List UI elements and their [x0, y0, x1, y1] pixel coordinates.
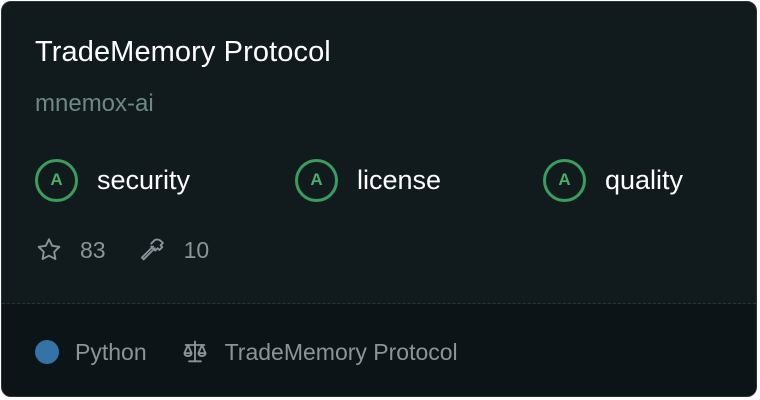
grade-security[interactable]: A security	[35, 156, 190, 204]
star-icon	[37, 238, 61, 260]
grade-label-license: license	[357, 164, 442, 195]
server-card[interactable]: TradeMemory Protocol mnemox-ai A securit…	[1, 1, 757, 397]
hammer-icon	[140, 238, 164, 261]
tools-stat[interactable]: 10	[139, 236, 210, 264]
card-header-section: TradeMemory Protocol mnemox-ai A securit…	[2, 2, 756, 303]
grade-label-quality: quality	[605, 164, 684, 195]
card-footer: Python TradeMemory Protocol	[2, 304, 756, 396]
language-color-dot	[35, 340, 59, 364]
scale-icon	[183, 340, 207, 363]
server-title[interactable]: TradeMemory Protocol	[35, 36, 331, 69]
grade-label-security: security	[97, 164, 191, 195]
language-name: Python	[75, 338, 147, 365]
tools-count: 10	[183, 236, 210, 263]
grade-quality[interactable]: A quality	[543, 156, 683, 204]
license-name: TradeMemory Protocol	[224, 338, 458, 365]
grade-badge-license: A	[295, 158, 338, 202]
server-owner[interactable]: mnemox-ai	[35, 90, 154, 118]
grade-badge-quality: A	[543, 158, 586, 202]
stats-row: 83 10	[35, 233, 209, 267]
footer-meta: Python TradeMemory Protocol	[35, 337, 458, 367]
grade-badge-security: A	[35, 158, 78, 202]
grades-row: A security A license A quality	[2, 156, 756, 204]
stars-stat[interactable]: 83	[35, 236, 106, 264]
stars-count: 83	[80, 236, 106, 263]
grade-license[interactable]: A license	[295, 156, 441, 204]
